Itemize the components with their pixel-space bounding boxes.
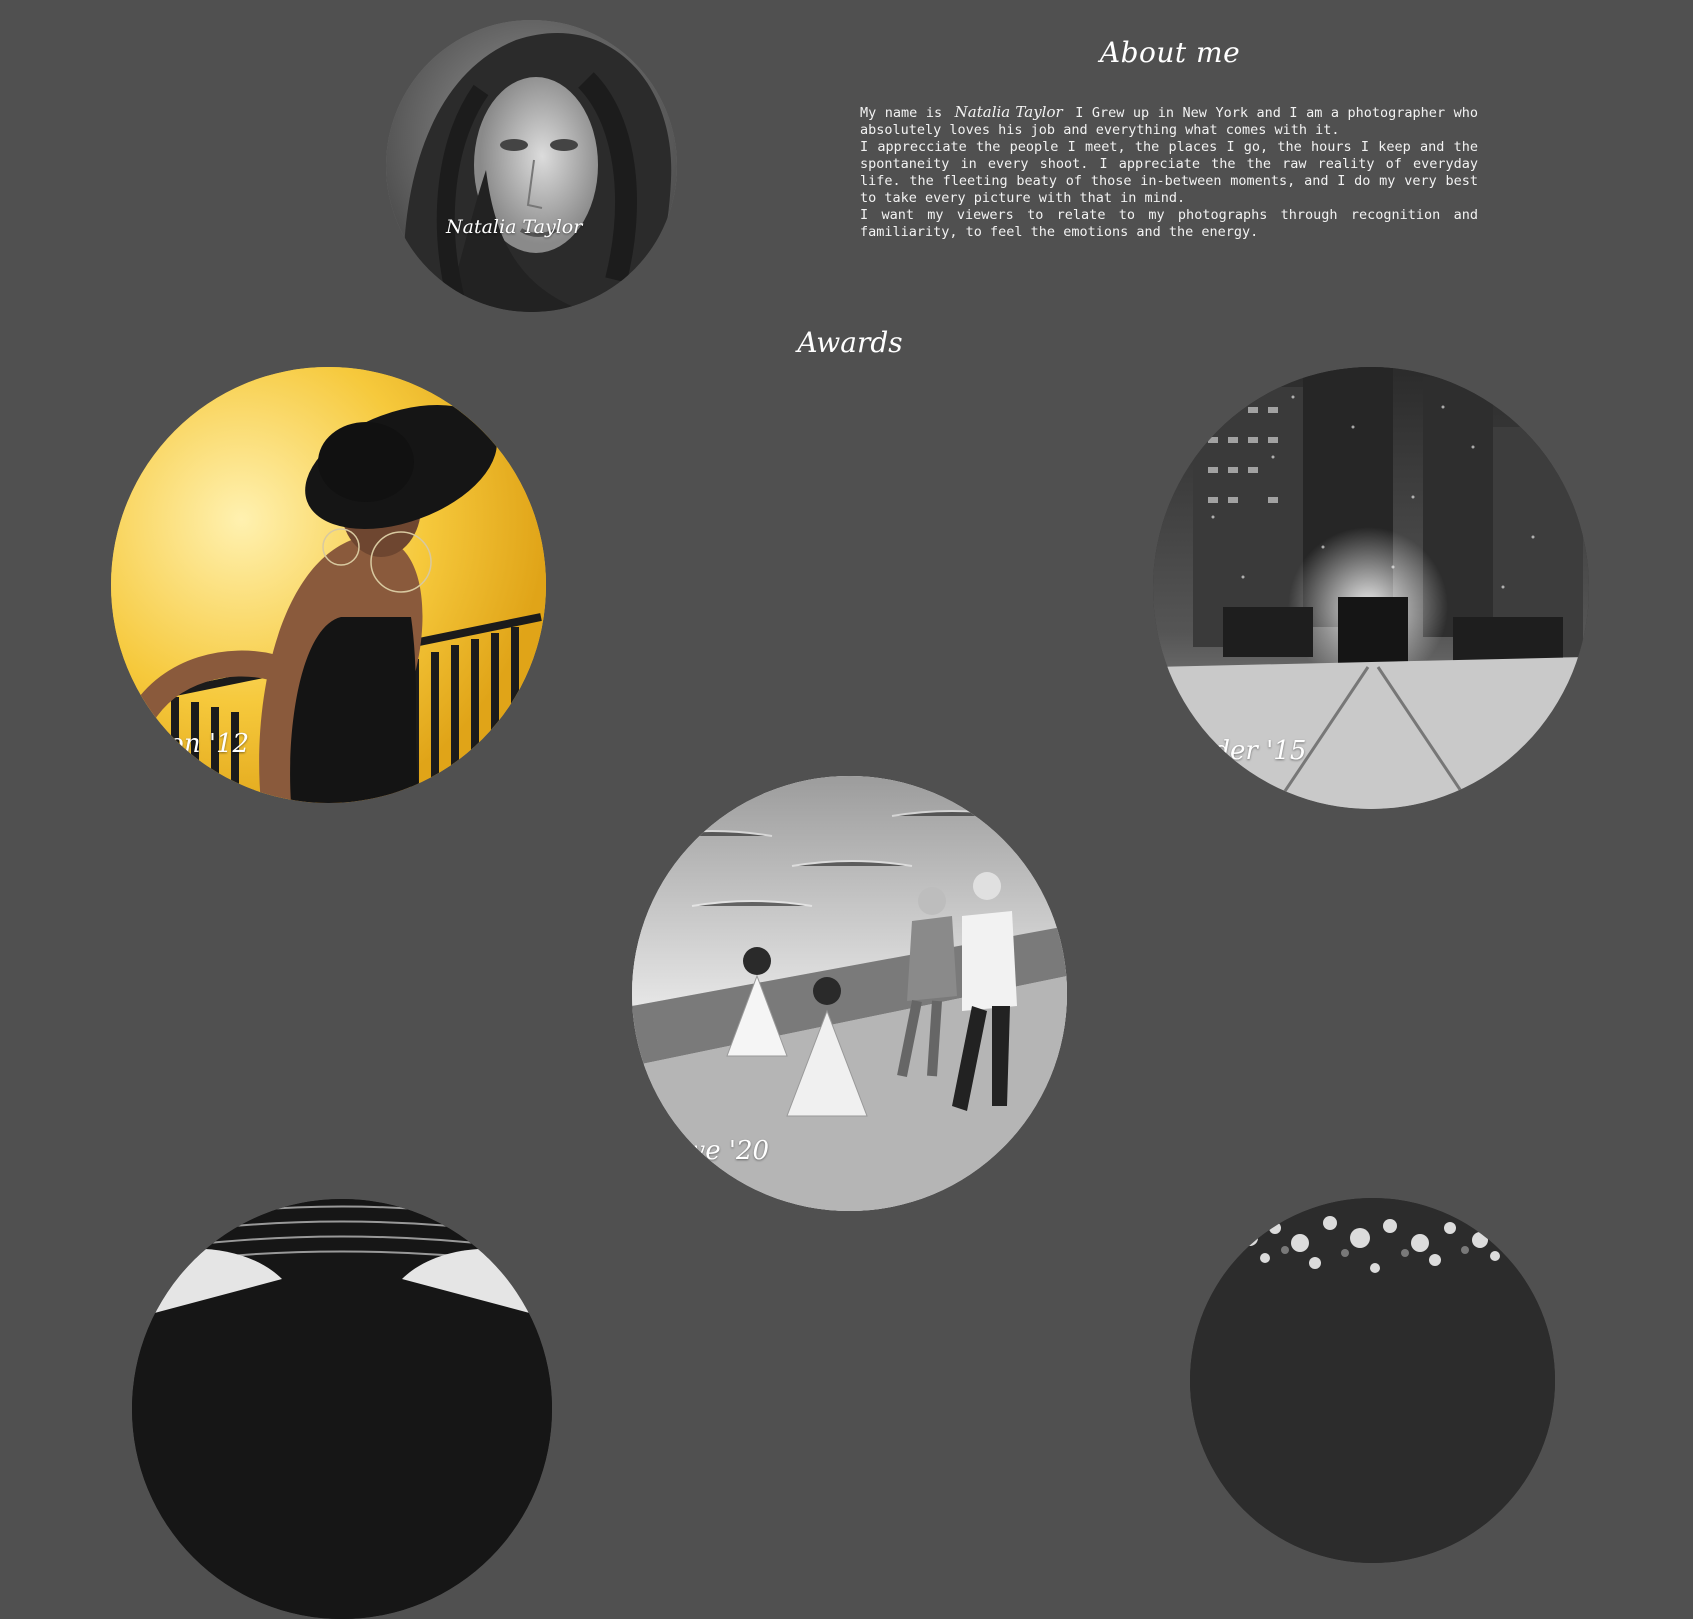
award-photo-salon[interactable]: salon '12 — [111, 367, 546, 803]
awards-title: Awards — [797, 326, 903, 359]
about-paragraph-1: My name is Natalia Taylor I Grew up in N… — [860, 104, 1478, 139]
portrait-photo: Natalia Taylor — [386, 20, 677, 312]
about-text: My name is Natalia Taylor I Grew up in N… — [860, 104, 1478, 241]
award-image-5 — [1190, 1198, 1555, 1563]
award-label-cewe: cewe '20 — [653, 1136, 770, 1166]
award-image-4 — [132, 1199, 552, 1619]
about-paragraph-3: I want my viewers to relate to my photog… — [860, 207, 1478, 240]
award-label-snider: snider '15 — [1175, 736, 1307, 766]
award-label-salon: salon '12 — [131, 729, 250, 759]
award-photo-snider[interactable]: snider '15 — [1153, 367, 1589, 809]
award-photo-5[interactable] — [1190, 1198, 1555, 1563]
award-photo-cewe[interactable]: cewe '20 — [632, 776, 1067, 1211]
about-intro-before: My name is — [860, 105, 943, 121]
award-photo-4[interactable] — [132, 1199, 552, 1619]
about-paragraph-2: I apprecciate the people I meet, the pla… — [860, 139, 1478, 206]
about-intro-after: I Grew up in New York and I am a photogr… — [860, 105, 1478, 138]
portrait-caption: Natalia Taylor — [446, 216, 583, 238]
portrait-image — [386, 20, 677, 312]
about-title: About me — [1099, 36, 1241, 69]
about-name: Natalia Taylor — [954, 103, 1063, 121]
